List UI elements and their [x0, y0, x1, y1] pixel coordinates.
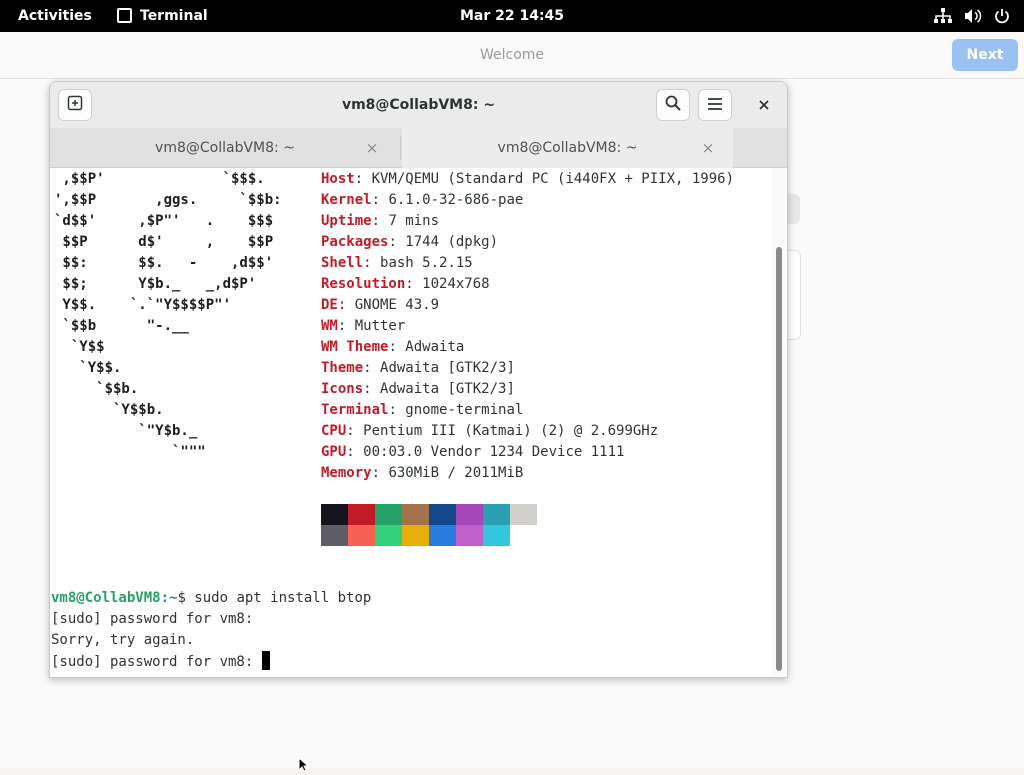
- logo-line: `""": [54, 444, 206, 460]
- logo-line: `d$$' ,$P"' . $$$: [54, 213, 274, 229]
- logo-line: $$: $$. - ,d$$': [54, 255, 274, 271]
- color-swatch: [321, 504, 348, 525]
- tab-close-icon[interactable]: ×: [365, 128, 379, 168]
- info-line-icons: Icons: Adwaita [GTK2/3]: [321, 381, 515, 397]
- color-palette-row-1: [321, 504, 537, 525]
- welcome-title: Welcome: [479, 47, 545, 63]
- search-icon: [665, 95, 681, 115]
- info-line-gpu: GPU: 00:03.0 Vendor 1234 Device 1111: [321, 444, 625, 460]
- tab-separator: [400, 136, 401, 160]
- color-swatch: [510, 504, 537, 525]
- color-swatch: [375, 504, 402, 525]
- welcome-header: Welcome Next: [0, 32, 1024, 79]
- new-tab-button[interactable]: [58, 89, 92, 121]
- info-line-shell: Shell: bash 5.2.15: [321, 255, 473, 271]
- logo-line: `Y$$.: [54, 360, 122, 376]
- network-icon: [934, 8, 952, 24]
- color-swatch: [510, 525, 537, 546]
- system-tray[interactable]: [934, 0, 1010, 32]
- logo-line: `"Y$b._: [54, 423, 198, 439]
- logo-line: `$$b.: [54, 381, 139, 397]
- app-menu[interactable]: Terminal: [117, 0, 208, 32]
- color-swatch: [429, 504, 456, 525]
- logo-line: `Y$$: [54, 339, 105, 355]
- volume-icon: [964, 8, 982, 24]
- color-swatch: [456, 525, 483, 546]
- color-swatch: [483, 525, 510, 546]
- command-text: $ sudo apt install btop: [177, 590, 372, 606]
- tab-label: vm8@CollabVM8: ~: [497, 140, 638, 156]
- tab-bar: vm8@CollabVM8: ~ × vm8@CollabVM8: ~ ×: [50, 128, 787, 213]
- info-line-de: DE: GNOME 43.9: [321, 297, 440, 313]
- main-menu-button[interactable]: [698, 89, 732, 121]
- terminal-tab-2[interactable]: vm8@CollabVM8: ~ ×: [402, 128, 733, 168]
- text-cursor: [261, 651, 270, 670]
- logo-line: ',$$P ,ggs. `$$b:: [54, 192, 282, 208]
- tab-label: vm8@CollabVM8: ~: [155, 140, 295, 156]
- color-swatch: [456, 504, 483, 525]
- info-line-terminal: Terminal: gnome-terminal: [321, 402, 524, 418]
- color-swatch: [402, 525, 429, 546]
- logo-line: `Y$$b.: [54, 402, 164, 418]
- command-line: vm8@CollabVM8:~$ sudo apt install btop: [51, 588, 371, 609]
- color-swatch: [483, 504, 510, 525]
- terminal-icon: [117, 7, 132, 23]
- terminal-window: vm8@CollabVM8: ~ vm8@CollabVM8: ~ × vm8@…: [49, 81, 788, 678]
- color-swatch: [348, 525, 375, 546]
- new-tab-icon: [67, 95, 83, 115]
- info-line-uptime: Uptime: 7 mins: [321, 213, 440, 229]
- output-line[interactable]: [sudo] password for vm8:: [51, 651, 270, 672]
- top-bar: Activities Terminal Mar 22 14:45: [0, 0, 1024, 32]
- output-line: Sorry, try again.: [51, 632, 195, 648]
- info-line-host: Host: KVM/QEMU (Standard PC (i440FX + PI…: [321, 171, 735, 187]
- terminal-headerbar: vm8@CollabVM8: ~: [50, 82, 787, 128]
- terminal-tab-1[interactable]: vm8@CollabVM8: ~ ×: [50, 128, 400, 168]
- info-line-wm-theme: WM Theme: Adwaita: [321, 339, 465, 355]
- logo-line: `$$b "-.__: [54, 318, 189, 334]
- color-palette-row-2: [321, 525, 537, 546]
- terminal-output[interactable]: ,$$P' `$$$. ',$$P ,ggs. `$$b: `d$$' ,$P"…: [50, 168, 787, 677]
- window-close-button[interactable]: [747, 89, 781, 121]
- next-button[interactable]: Next: [952, 39, 1018, 71]
- info-line-theme: Theme: Adwaita [GTK2/3]: [321, 360, 515, 376]
- color-swatch: [375, 525, 402, 546]
- logo-line: $$P d$' , $$P: [54, 234, 274, 250]
- output-line: [sudo] password for vm8:: [51, 611, 254, 627]
- activities-button[interactable]: Activities: [18, 0, 92, 32]
- info-line-cpu: CPU: Pentium III (Katmai) (2) @ 2.699GHz: [321, 423, 659, 439]
- prompt-user: vm8@CollabVM8: [51, 590, 161, 606]
- color-swatch: [348, 504, 375, 525]
- welcome-panel-edge: [786, 194, 800, 224]
- clock[interactable]: Mar 22 14:45: [460, 8, 564, 24]
- logo-line: ,$$P' `$$$.: [54, 171, 265, 187]
- app-menu-label: Terminal: [140, 8, 208, 24]
- info-line-wm: WM: Mutter: [321, 318, 406, 334]
- logo-line: Y$$. `.`"Y$$$$P"': [54, 297, 232, 313]
- close-icon: [758, 96, 770, 115]
- search-button[interactable]: [656, 89, 690, 121]
- logo-line: $$; Y$b._ _,d$P': [54, 276, 257, 292]
- prompt-path: :~: [160, 590, 178, 606]
- mouse-pointer-icon: [298, 756, 310, 775]
- tab-close-icon[interactable]: ×: [701, 128, 715, 168]
- hamburger-menu-icon: [707, 96, 723, 115]
- info-line-packages: Packages: 1744 (dpkg): [321, 234, 499, 250]
- info-line-resolution: Resolution: 1024x768: [321, 276, 490, 292]
- color-swatch: [402, 504, 429, 525]
- color-swatch: [429, 525, 456, 546]
- color-swatch: [321, 525, 348, 546]
- info-line-kernel: Kernel: 6.1.0-32-686-pae: [321, 192, 524, 208]
- info-line-memory: Memory: 630MiB / 2011MiB: [321, 465, 524, 481]
- power-icon: [994, 8, 1010, 24]
- scrollbar-thumb[interactable]: [776, 247, 782, 671]
- welcome-card-edge: [786, 250, 801, 340]
